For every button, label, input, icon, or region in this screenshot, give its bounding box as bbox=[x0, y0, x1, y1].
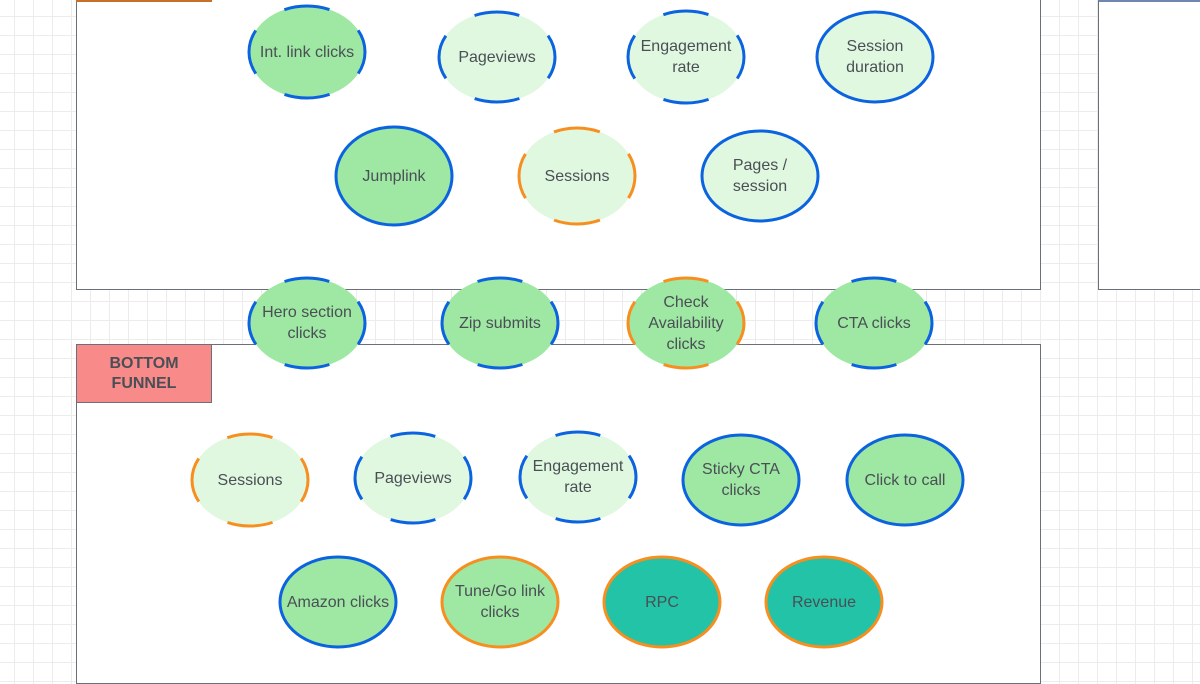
metric-node[interactable]: Session duration bbox=[815, 9, 935, 105]
metric-node[interactable]: Zip submits bbox=[440, 275, 560, 371]
metric-node[interactable]: Check Availability clicks bbox=[626, 275, 746, 371]
metric-node[interactable]: Sticky CTA clicks bbox=[681, 432, 801, 528]
metric-node-label: Sessions bbox=[217, 471, 283, 489]
bottom-funnel-label: BOTTOM FUNNEL bbox=[76, 344, 212, 403]
metric-node[interactable]: Pageviews bbox=[353, 430, 473, 526]
metric-node-label: Amazon clicks bbox=[286, 593, 390, 611]
metric-node-label: Jumplink bbox=[362, 167, 426, 185]
metric-node[interactable]: Tune/Go link clicks bbox=[440, 554, 560, 650]
metric-node-label: Engagement rate bbox=[640, 38, 732, 76]
metric-node[interactable]: CTA clicks bbox=[814, 275, 934, 371]
metric-node-label: Sessions bbox=[544, 167, 610, 185]
metric-node[interactable]: Pages / session bbox=[700, 128, 820, 224]
metric-node-label: Session duration bbox=[846, 38, 904, 76]
metric-node[interactable]: Revenue bbox=[764, 554, 884, 650]
metric-node-label: Revenue bbox=[791, 593, 857, 611]
metric-node-label: Click to call bbox=[864, 471, 946, 489]
metric-node[interactable]: Engagement rate bbox=[626, 9, 746, 105]
metric-node-label: Tune/Go link clicks bbox=[454, 583, 546, 621]
metric-node[interactable]: Pageviews bbox=[437, 9, 557, 105]
metric-node-label: Pageviews bbox=[374, 469, 452, 487]
metric-node[interactable]: Sessions bbox=[517, 126, 637, 226]
metric-node[interactable]: Engagement rate bbox=[518, 429, 638, 525]
metric-node[interactable]: Hero section clicks bbox=[247, 275, 367, 371]
metric-node-label: Int. link clicks bbox=[259, 43, 355, 61]
metric-node[interactable]: Sessions bbox=[190, 432, 310, 528]
metric-node[interactable]: Click to call bbox=[845, 432, 965, 528]
upper-section-label-edge bbox=[76, 0, 212, 2]
metric-node[interactable]: RPC bbox=[602, 554, 722, 650]
metric-node-label: Pages / session bbox=[732, 157, 788, 195]
metric-node-label: CTA clicks bbox=[837, 314, 911, 332]
metric-node-label: Zip submits bbox=[459, 314, 541, 332]
metric-node-label: Pageviews bbox=[458, 48, 536, 66]
metric-node-label: Sticky CTA clicks bbox=[702, 461, 780, 499]
metric-node-label: Engagement rate bbox=[532, 458, 624, 496]
right-container bbox=[1098, 0, 1200, 290]
metric-node[interactable]: Int. link clicks bbox=[247, 4, 367, 100]
metric-node[interactable]: Amazon clicks bbox=[278, 554, 398, 650]
metric-node-label: Hero section clicks bbox=[262, 304, 352, 342]
metric-node-label: RPC bbox=[645, 593, 679, 611]
metric-node[interactable]: Jumplink bbox=[334, 125, 454, 227]
metric-node-label: Check Availability clicks bbox=[648, 293, 724, 353]
